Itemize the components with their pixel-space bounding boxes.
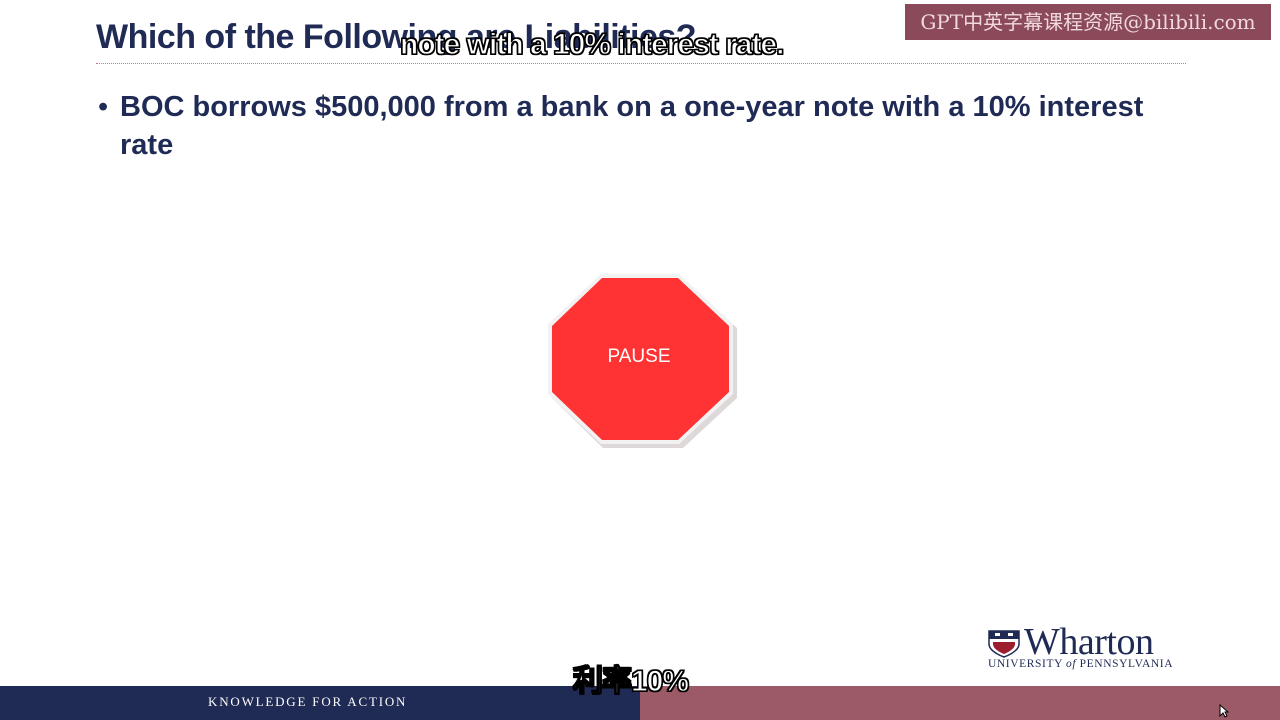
wharton-logo: Wharton UNIVERSITY of PENNSYLVANIA bbox=[988, 621, 1188, 672]
subtitle-caption-english: note with a 10% interest rate. bbox=[399, 27, 785, 61]
title-divider bbox=[96, 63, 1186, 64]
bullet-item: • BOC borrows $500,000 from a bank on a … bbox=[96, 88, 1156, 164]
mouse-pointer-icon bbox=[1219, 704, 1229, 718]
pause-stop-sign: PAUSE bbox=[547, 272, 739, 450]
watermark: GPT中英字幕课程资源@bilibili.com bbox=[905, 4, 1271, 40]
penn-shield-icon bbox=[988, 630, 1020, 658]
bullet-dot-icon: • bbox=[98, 91, 109, 123]
subtitle-caption-chinese: 利率10% bbox=[572, 664, 689, 698]
footer-tagline: KNOWLEDGE FOR ACTION bbox=[208, 694, 408, 709]
slide: Which of the Following are Liabilities? … bbox=[0, 0, 1280, 720]
footer-bar-burgundy bbox=[640, 686, 1280, 720]
logo-subtitle: UNIVERSITY of PENNSYLVANIA bbox=[988, 658, 1174, 670]
pause-label: PAUSE bbox=[607, 346, 671, 367]
bullet-text: BOC borrows $500,000 from a bank on a on… bbox=[120, 91, 1144, 161]
bullet-list: • BOC borrows $500,000 from a bank on a … bbox=[96, 88, 1156, 164]
